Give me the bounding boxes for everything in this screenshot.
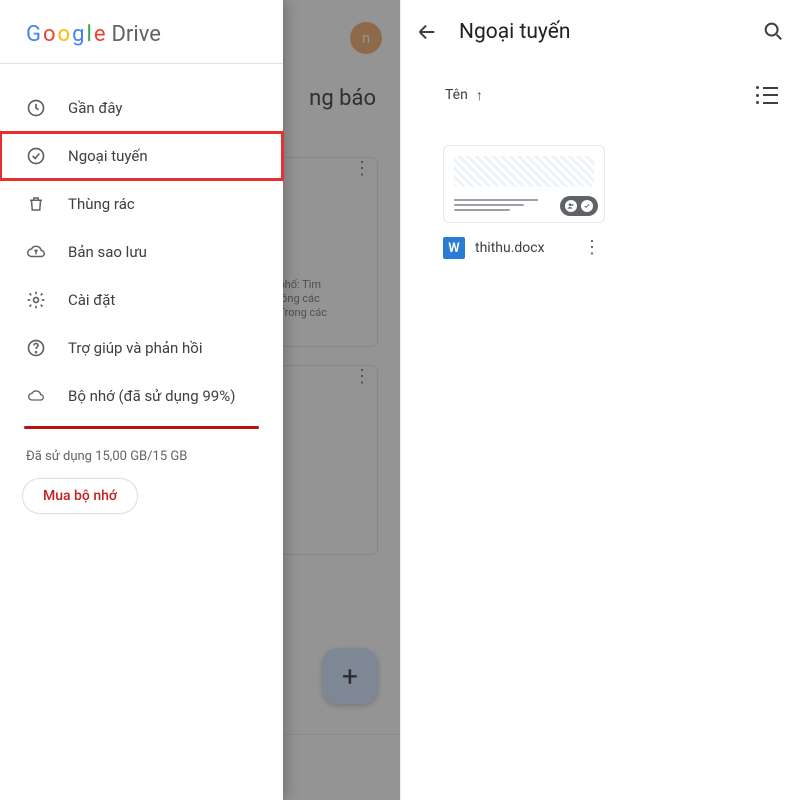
menu-label: Gần đây	[68, 99, 123, 117]
menu-item-settings[interactable]: Cài đặt	[0, 276, 283, 324]
menu-item-storage[interactable]: Bộ nhớ (đã sử dụng 99%)	[0, 372, 283, 420]
file-thumbnail	[443, 145, 605, 223]
drawer-menu: Gần đây Ngoại tuyến Thùng rác	[0, 64, 283, 514]
right-screenshot: Ngoại tuyến Tên ↑	[400, 0, 800, 800]
sort-by-name[interactable]: Tên ↑	[445, 87, 483, 104]
menu-label: Bộ nhớ (đã sử dụng 99%)	[68, 387, 235, 405]
menu-label: Thùng rác	[68, 195, 135, 213]
menu-item-backup[interactable]: Bản sao lưu	[0, 228, 283, 276]
cloud-upload-icon	[26, 242, 46, 262]
menu-item-recent[interactable]: Gần đây	[0, 84, 283, 132]
offline-pin-icon	[581, 200, 593, 212]
menu-label: Ngoại tuyến	[68, 147, 148, 165]
menu-label: Trợ giúp và phản hồi	[68, 339, 202, 357]
left-screenshot: n ng báo ⋮ phổ: Tìm lồng các Trong các ⋮…	[0, 0, 400, 800]
menu-item-help[interactable]: Trợ giúp và phản hồi	[0, 324, 283, 372]
list-view-toggle-icon[interactable]	[756, 86, 778, 104]
offline-shared-badge	[560, 196, 598, 216]
word-doc-icon: W	[443, 237, 465, 259]
sort-bar: Tên ↑	[401, 64, 800, 114]
menu-label: Bản sao lưu	[68, 243, 147, 261]
back-arrow-icon[interactable]	[415, 20, 439, 44]
people-icon	[565, 200, 577, 212]
storage-used-text: Đã sử dụng 15,00 GB/15 GB	[0, 429, 283, 478]
page-title: Ngoại tuyến	[459, 20, 742, 44]
cloud-icon	[26, 386, 46, 406]
file-name: thithu.docx	[475, 240, 573, 256]
help-icon	[26, 338, 46, 358]
menu-item-offline[interactable]: Ngoại tuyến	[0, 132, 283, 180]
buy-storage-button[interactable]: Mua bộ nhớ	[22, 478, 138, 514]
sort-label: Tên	[445, 87, 468, 103]
file-more-icon[interactable]: ⋮	[583, 246, 605, 250]
search-icon[interactable]	[762, 20, 786, 44]
navigation-drawer: Google Drive Gần đây Ngoại tuyến	[0, 0, 283, 800]
menu-item-trash[interactable]: Thùng rác	[0, 180, 283, 228]
app-logo: Google Drive	[0, 0, 283, 63]
sort-arrow-up-icon: ↑	[476, 87, 483, 104]
file-item[interactable]: W thithu.docx ⋮	[443, 145, 605, 259]
trash-icon	[26, 194, 46, 214]
clock-icon	[26, 98, 46, 118]
offline-header: Ngoại tuyến	[401, 0, 800, 64]
gear-icon	[26, 290, 46, 310]
menu-label: Cài đặt	[68, 291, 115, 309]
offline-check-icon	[26, 146, 46, 166]
